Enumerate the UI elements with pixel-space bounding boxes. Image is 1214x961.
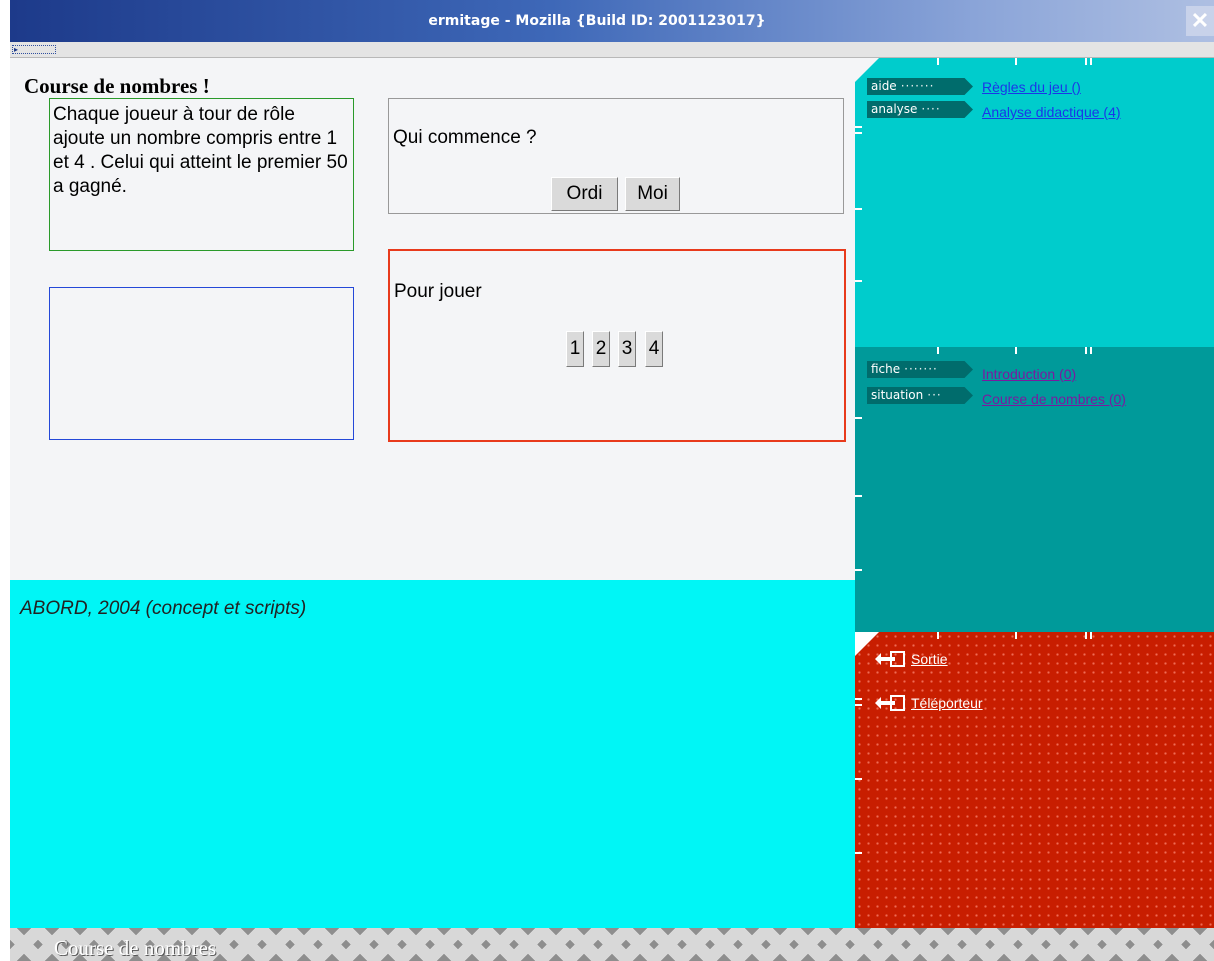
number-button-3[interactable]: 3 (618, 331, 636, 367)
result-box (49, 287, 354, 440)
exit-link-row[interactable]: Sortie (873, 648, 1073, 670)
panel-tick (1085, 632, 1087, 639)
analysis-tag-label: analyse (871, 102, 918, 116)
teleporter-link-row[interactable]: Téléporteur (873, 692, 1073, 714)
player-starts-button[interactable]: Moi (625, 177, 680, 211)
panel-tick (1085, 347, 1087, 354)
close-window-button[interactable]: ✕ (1186, 6, 1214, 36)
situation-tag: situation ··· (867, 387, 973, 404)
rules-link[interactable]: Règles du jeu () (982, 79, 1081, 96)
toolbar-grip-icon[interactable]: ▸ (12, 45, 56, 54)
toolbar-strip: ▸ (10, 42, 1214, 58)
panel-tick (1090, 347, 1092, 354)
help-tag-label: aide (871, 79, 897, 93)
sheet-tag: fiche ······· (867, 361, 973, 378)
panel-tick (1015, 347, 1017, 354)
main-content: Course de nombres ! Chaque joueur à tour… (10, 58, 855, 580)
introduction-link[interactable]: Introduction (0) (982, 366, 1076, 383)
sheet-tag-dots: ······· (904, 362, 938, 376)
panel-tick (937, 347, 939, 354)
panel-tick (855, 208, 862, 210)
start-question: Qui commence ? (393, 127, 537, 148)
window-left-edge (0, 0, 10, 961)
credits-area: ABORD, 2004 (concept et scripts) (10, 580, 855, 928)
footer-title: Course de nombres (54, 936, 217, 960)
situation-tag-label: situation (871, 388, 924, 402)
teleporter-link[interactable]: Téléporteur (911, 695, 983, 711)
number-button-2[interactable]: 2 (592, 331, 610, 367)
panel-tick (855, 698, 862, 700)
play-box: Pour jouer 1 2 3 4 (388, 249, 846, 442)
analysis-tag: analyse ···· (867, 101, 973, 118)
panel-tick (1015, 632, 1017, 639)
panel-tick (855, 132, 862, 134)
rules-text: Chaque joueur à tour de rôle ajoute un n… (53, 104, 348, 197)
panel-tick (1015, 58, 1017, 65)
didactic-analysis-link[interactable]: Analyse didactique (4) (982, 104, 1121, 121)
page-title: Course de nombres ! (24, 74, 210, 98)
rules-box: Chaque joueur à tour de rôle ajoute un n… (49, 98, 354, 251)
panel-tick (1090, 632, 1092, 639)
sheet-tag-label: fiche (871, 362, 901, 376)
credits-text: ABORD, 2004 (concept et scripts) (20, 598, 307, 619)
panel-tick (855, 126, 862, 128)
start-box: Qui commence ? Ordi Moi (388, 98, 844, 214)
help-panel: aide ······· Règles du jeu () analyse ····… (855, 58, 1214, 347)
panel-tick (855, 495, 862, 497)
panel-tick (1090, 58, 1092, 65)
panel-tick (855, 417, 862, 419)
panel-tick (855, 280, 862, 282)
window-title: ermitage - Mozilla {Build ID: 2001123017… (428, 13, 766, 29)
sheet-panel: fiche ······· Introduction (0) situation ·… (855, 347, 1214, 632)
analysis-tag-dots: ···· (921, 102, 941, 116)
exit-link[interactable]: Sortie (911, 651, 948, 667)
panel-tick (855, 852, 862, 854)
help-tag: aide ······· (867, 78, 973, 95)
play-label: Pour jouer (394, 281, 482, 302)
panel-tick (855, 569, 862, 571)
exit-arrow-icon (875, 695, 905, 711)
footer-bar: Course de nombres (10, 928, 1214, 961)
number-button-4[interactable]: 4 (645, 331, 663, 367)
panel-tick (855, 778, 862, 780)
panel-tick (1085, 58, 1087, 65)
panel-tick (855, 704, 862, 706)
help-tag-dots: ······· (900, 79, 935, 93)
exit-panel: Sortie Téléporteur (855, 632, 1214, 928)
number-button-1[interactable]: 1 (566, 331, 584, 367)
window-title-bar[interactable]: ermitage - Mozilla {Build ID: 2001123017… (10, 0, 1214, 42)
panel-tick (937, 58, 939, 65)
computer-starts-button[interactable]: Ordi (551, 177, 618, 211)
panel-tick (937, 632, 939, 639)
course-de-nombres-link[interactable]: Course de nombres (0) (982, 391, 1126, 408)
exit-arrow-icon (875, 651, 905, 667)
situation-tag-dots: ··· (927, 388, 942, 402)
